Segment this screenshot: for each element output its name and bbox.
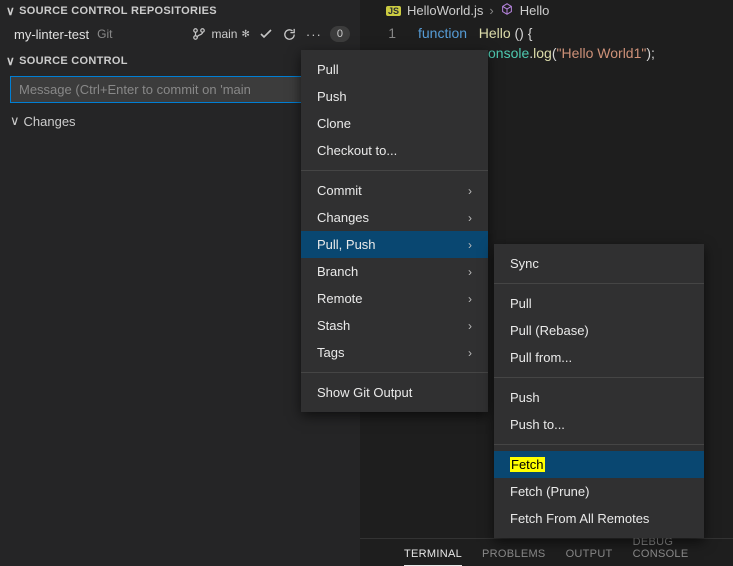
menu-item-push[interactable]: Push — [301, 83, 488, 110]
menu-item-fetch-all[interactable]: Fetch From All Remotes — [494, 505, 704, 532]
branch-name: main — [211, 27, 237, 41]
menu-item-fetch[interactable]: Fetch — [494, 451, 704, 478]
more-actions-icon[interactable]: ··· — [306, 26, 322, 42]
menu-item-pull[interactable]: Pull — [494, 290, 704, 317]
changes-label: Changes — [24, 114, 76, 129]
branch-icon — [191, 26, 207, 42]
menu-item-changes[interactable]: Changes› — [301, 204, 488, 231]
menu-item-fetch-prune[interactable]: Fetch (Prune) — [494, 478, 704, 505]
menu-item-sync[interactable]: Sync — [494, 250, 704, 277]
menu-separator — [301, 170, 488, 171]
chevron-down-icon: ∨ — [6, 54, 15, 68]
repos-header-label: SOURCE CONTROL REPOSITORIES — [19, 5, 217, 17]
chevron-right-icon: › — [468, 184, 472, 198]
code-line: 1 function Hello () { — [360, 23, 733, 43]
menu-separator — [494, 377, 704, 378]
breadcrumb-symbol[interactable]: Hello — [520, 3, 550, 18]
menu-item-branch[interactable]: Branch› — [301, 258, 488, 285]
scm-context-menu: Pull Push Clone Checkout to... Commit› C… — [301, 50, 488, 412]
tab-debug-console[interactable]: DEBUG CONSOLE — [633, 536, 721, 566]
chevron-right-icon: › — [468, 211, 472, 225]
menu-item-pull-rebase[interactable]: Pull (Rebase) — [494, 317, 704, 344]
chevron-right-icon: › — [468, 238, 472, 252]
sync-star-icon: ✻ — [241, 29, 249, 40]
repo-row[interactable]: my-linter-test Git main ✻ ··· 0 — [0, 22, 360, 50]
breadcrumb[interactable]: JS HelloWorld.js › Hello — [360, 0, 733, 21]
chevron-right-icon: › — [468, 319, 472, 333]
menu-item-clone[interactable]: Clone — [301, 110, 488, 137]
repo-name: my-linter-test — [14, 27, 89, 42]
changes-count-badge: 0 — [330, 26, 350, 42]
branch-indicator[interactable]: main ✻ — [191, 26, 249, 42]
menu-item-show-git-output[interactable]: Show Git Output — [301, 379, 488, 406]
refresh-icon[interactable] — [282, 26, 298, 42]
chevron-right-icon: › — [468, 346, 472, 360]
menu-item-stash[interactable]: Stash› — [301, 312, 488, 339]
menu-item-pull[interactable]: Pull — [301, 56, 488, 83]
scm-header-label: SOURCE CONTROL — [19, 55, 128, 67]
pull-push-submenu: Sync Pull Pull (Rebase) Pull from... Pus… — [494, 244, 704, 538]
breadcrumb-separator-icon: › — [489, 3, 493, 18]
menu-separator — [494, 283, 704, 284]
menu-item-commit[interactable]: Commit› — [301, 177, 488, 204]
menu-item-remote[interactable]: Remote› — [301, 285, 488, 312]
chevron-down-icon: ∨ — [10, 113, 20, 129]
source-control-repos-header[interactable]: ∨ SOURCE CONTROL REPOSITORIES — [0, 0, 360, 22]
menu-item-push-to[interactable]: Push to... — [494, 411, 704, 438]
tab-problems[interactable]: PROBLEMS — [482, 548, 546, 566]
line-number: 1 — [360, 23, 418, 43]
js-file-icon: JS — [386, 6, 401, 16]
chevron-right-icon: › — [468, 292, 472, 306]
menu-separator — [301, 372, 488, 373]
tab-output[interactable]: OUTPUT — [566, 548, 613, 566]
repo-type: Git — [97, 27, 112, 41]
menu-separator — [494, 444, 704, 445]
bottom-panel-tabs: TERMINAL PROBLEMS OUTPUT DEBUG CONSOLE — [360, 538, 733, 566]
chevron-down-icon: ∨ — [6, 4, 15, 18]
chevron-right-icon: › — [468, 265, 472, 279]
tab-terminal[interactable]: TERMINAL — [404, 548, 462, 566]
menu-item-pull-from[interactable]: Pull from... — [494, 344, 704, 371]
commit-message-input[interactable]: Message (Ctrl+Enter to commit on 'main — [10, 76, 350, 103]
menu-item-checkout[interactable]: Checkout to... — [301, 137, 488, 164]
menu-item-tags[interactable]: Tags› — [301, 339, 488, 366]
symbol-method-icon — [500, 2, 514, 19]
breadcrumb-file[interactable]: HelloWorld.js — [407, 3, 483, 18]
menu-item-push[interactable]: Push — [494, 384, 704, 411]
commit-check-icon[interactable] — [258, 26, 274, 42]
menu-item-pull-push[interactable]: Pull, Push› — [301, 231, 488, 258]
